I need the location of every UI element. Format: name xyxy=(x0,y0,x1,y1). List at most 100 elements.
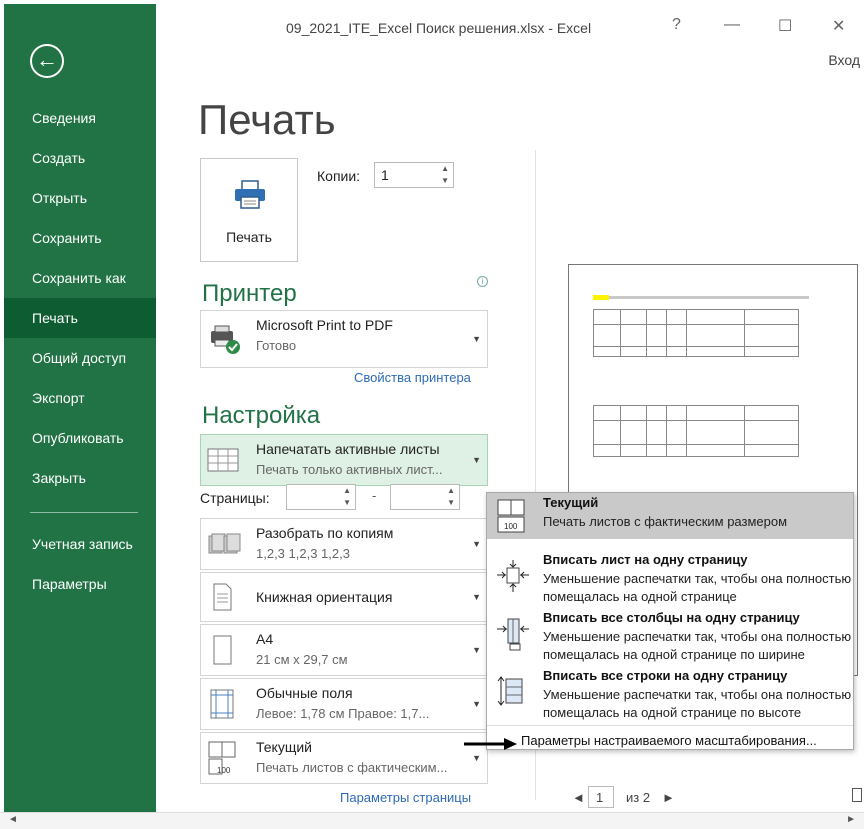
copies-label: Копии: xyxy=(317,168,361,184)
margins-select[interactable]: Обычные поля Левое: 1,78 см Правое: 1,7.… xyxy=(200,678,488,730)
scaling-option-title: Вписать лист на одну страницу xyxy=(543,552,748,567)
minimize-button[interactable]: — xyxy=(724,16,740,34)
fit-sheet-icon xyxy=(497,560,529,592)
scaling-option-desc: Уменьшение распечатки так, чтобы она пол… xyxy=(543,571,852,586)
sign-in-link[interactable]: Вход xyxy=(828,52,860,68)
nav-item-print[interactable]: Печать xyxy=(4,298,156,338)
menu-divider xyxy=(487,725,853,726)
scaling-option-fit-rows[interactable]: Вписать все строки на одну страницу Умен… xyxy=(487,665,853,723)
pages-to-input[interactable]: ▲ ▼ xyxy=(390,484,460,510)
print-what-desc: Печать только активных лист... xyxy=(256,462,443,477)
print-what-select[interactable]: Напечатать активные листы Печать только … xyxy=(200,434,488,486)
annotation-arrow-icon xyxy=(464,738,517,750)
spin-up-icon[interactable]: ▲ xyxy=(441,164,449,173)
spin-down-icon[interactable]: ▼ xyxy=(447,498,455,507)
orientation-label: Книжная ориентация xyxy=(256,589,393,605)
scaling-option-current[interactable]: 100 Текущий Печать листов с фактическим … xyxy=(487,493,853,539)
next-page-button[interactable]: ► xyxy=(662,790,675,805)
pages-dash: - xyxy=(372,488,377,503)
preview-highlight xyxy=(593,295,609,300)
pages-label: Страницы: xyxy=(200,490,270,506)
printer-select[interactable]: Microsoft Print to PDF Готово ▼ xyxy=(200,310,488,368)
actual-size-icon: 100 xyxy=(208,741,236,775)
paper-title: A4 xyxy=(256,631,274,647)
settings-heading: Настройка xyxy=(202,402,321,429)
show-margins-icon[interactable] xyxy=(852,788,862,802)
spin-up-icon[interactable]: ▲ xyxy=(447,486,455,495)
printer-name: Microsoft Print to PDF xyxy=(256,317,393,333)
printer-status-icon xyxy=(211,325,240,354)
backstage-nav: ← Сведения Создать Открыть Сохранить Сох… xyxy=(4,4,156,812)
chevron-down-icon: ▼ xyxy=(472,592,481,602)
nav-item-share[interactable]: Общий доступ xyxy=(4,338,156,378)
preview-text-line xyxy=(609,296,809,299)
page-setup-link[interactable]: Параметры страницы xyxy=(340,790,471,805)
horizontal-scrollbar[interactable]: ◄ ► xyxy=(0,812,864,829)
nav-item-export[interactable]: Экспорт xyxy=(4,378,156,418)
info-icon[interactable]: i xyxy=(477,276,488,287)
nav-item-close[interactable]: Закрыть xyxy=(4,458,156,498)
paper-size-select[interactable]: A4 21 см x 29,7 см ▼ xyxy=(200,624,488,676)
scaling-option-title: Текущий xyxy=(543,495,599,510)
chevron-down-icon: ▼ xyxy=(472,455,481,465)
nav-item-options[interactable]: Параметры xyxy=(4,564,156,604)
nav-item-save[interactable]: Сохранить xyxy=(4,218,156,258)
printer-properties-link[interactable]: Свойства принтера xyxy=(354,370,471,385)
fit-rows-icon xyxy=(497,676,523,706)
collate-select[interactable]: Разобрать по копиям 1,2,3 1,2,3 1,2,3 ▼ xyxy=(200,518,488,570)
actual-size-icon: 100 xyxy=(497,499,525,533)
printer-status: Готово xyxy=(256,338,297,353)
scaling-option-fit-sheet[interactable]: Вписать лист на одну страницу Уменьшение… xyxy=(487,549,853,607)
scaling-option-fit-columns[interactable]: Вписать все столбцы на одну страницу Уме… xyxy=(487,607,853,665)
close-button[interactable]: ✕ xyxy=(832,16,845,36)
printer-icon xyxy=(235,180,265,209)
chevron-down-icon: ▼ xyxy=(472,753,481,763)
scaling-option-desc: Уменьшение распечатки так, чтобы она пол… xyxy=(543,629,852,644)
scaling-option-desc: Печать листов с фактическим размером xyxy=(543,514,788,529)
nav-item-account[interactable]: Учетная запись xyxy=(4,524,156,564)
print-button[interactable]: Печать xyxy=(200,158,298,262)
nav-item-save-as[interactable]: Сохранить как xyxy=(4,258,156,298)
paper-icon xyxy=(213,635,232,665)
portrait-page-icon xyxy=(213,583,232,611)
scaling-select[interactable]: 100 Текущий Печать листов с фактическим.… xyxy=(200,732,488,784)
margins-icon xyxy=(210,689,234,719)
paper-desc: 21 см x 29,7 см xyxy=(256,652,348,667)
nav-item-info[interactable]: Сведения xyxy=(4,98,156,138)
spin-up-icon[interactable]: ▲ xyxy=(343,486,351,495)
nav-divider xyxy=(30,512,138,513)
scaling-option-desc: помещалась на одной странице по ширине xyxy=(543,647,805,662)
scaling-option-desc: Уменьшение распечатки так, чтобы она пол… xyxy=(543,687,852,702)
copies-input[interactable]: 1 ▲ ▼ xyxy=(374,162,454,188)
printer-heading: Принтер xyxy=(202,280,297,307)
page-title: Печать xyxy=(198,96,336,143)
collate-icon xyxy=(208,533,241,554)
scroll-left-icon[interactable]: ◄ xyxy=(8,814,18,825)
maximize-button[interactable]: ☐ xyxy=(778,16,792,36)
scroll-right-icon[interactable]: ► xyxy=(846,814,856,825)
scaling-option-desc: помещалась на одной странице по высоте xyxy=(543,705,802,720)
margins-title: Обычные поля xyxy=(256,685,353,701)
scaling-title: Текущий xyxy=(256,739,312,755)
prev-page-button[interactable]: ◄ xyxy=(572,790,585,805)
scaling-option-title: Вписать все строки на одну страницу xyxy=(543,668,788,683)
help-button[interactable]: ? xyxy=(672,16,681,34)
custom-scaling-options-link[interactable]: Параметры настраиваемого масштабирования… xyxy=(521,733,817,748)
excel-backstage-window: ← Сведения Создать Открыть Сохранить Сох… xyxy=(0,0,864,829)
svg-text:100: 100 xyxy=(504,522,518,531)
orientation-select[interactable]: Книжная ориентация ▼ xyxy=(200,572,488,622)
print-what-title: Напечатать активные листы xyxy=(256,441,440,457)
active-sheets-icon xyxy=(207,448,239,472)
nav-item-open[interactable]: Открыть xyxy=(4,178,156,218)
chevron-down-icon: ▼ xyxy=(472,539,481,549)
spin-down-icon[interactable]: ▼ xyxy=(441,176,449,185)
preview-table-1 xyxy=(593,309,799,357)
scaling-desc: Печать листов с фактическим... xyxy=(256,760,448,775)
pages-from-input[interactable]: ▲ ▼ xyxy=(286,484,356,510)
spin-down-icon[interactable]: ▼ xyxy=(343,498,351,507)
nav-item-new[interactable]: Создать xyxy=(4,138,156,178)
nav-item-publish[interactable]: Опубликовать xyxy=(4,418,156,458)
preview-table-2 xyxy=(593,405,799,457)
svg-text:100: 100 xyxy=(217,766,231,775)
back-arrow-icon[interactable]: ← xyxy=(30,44,64,78)
